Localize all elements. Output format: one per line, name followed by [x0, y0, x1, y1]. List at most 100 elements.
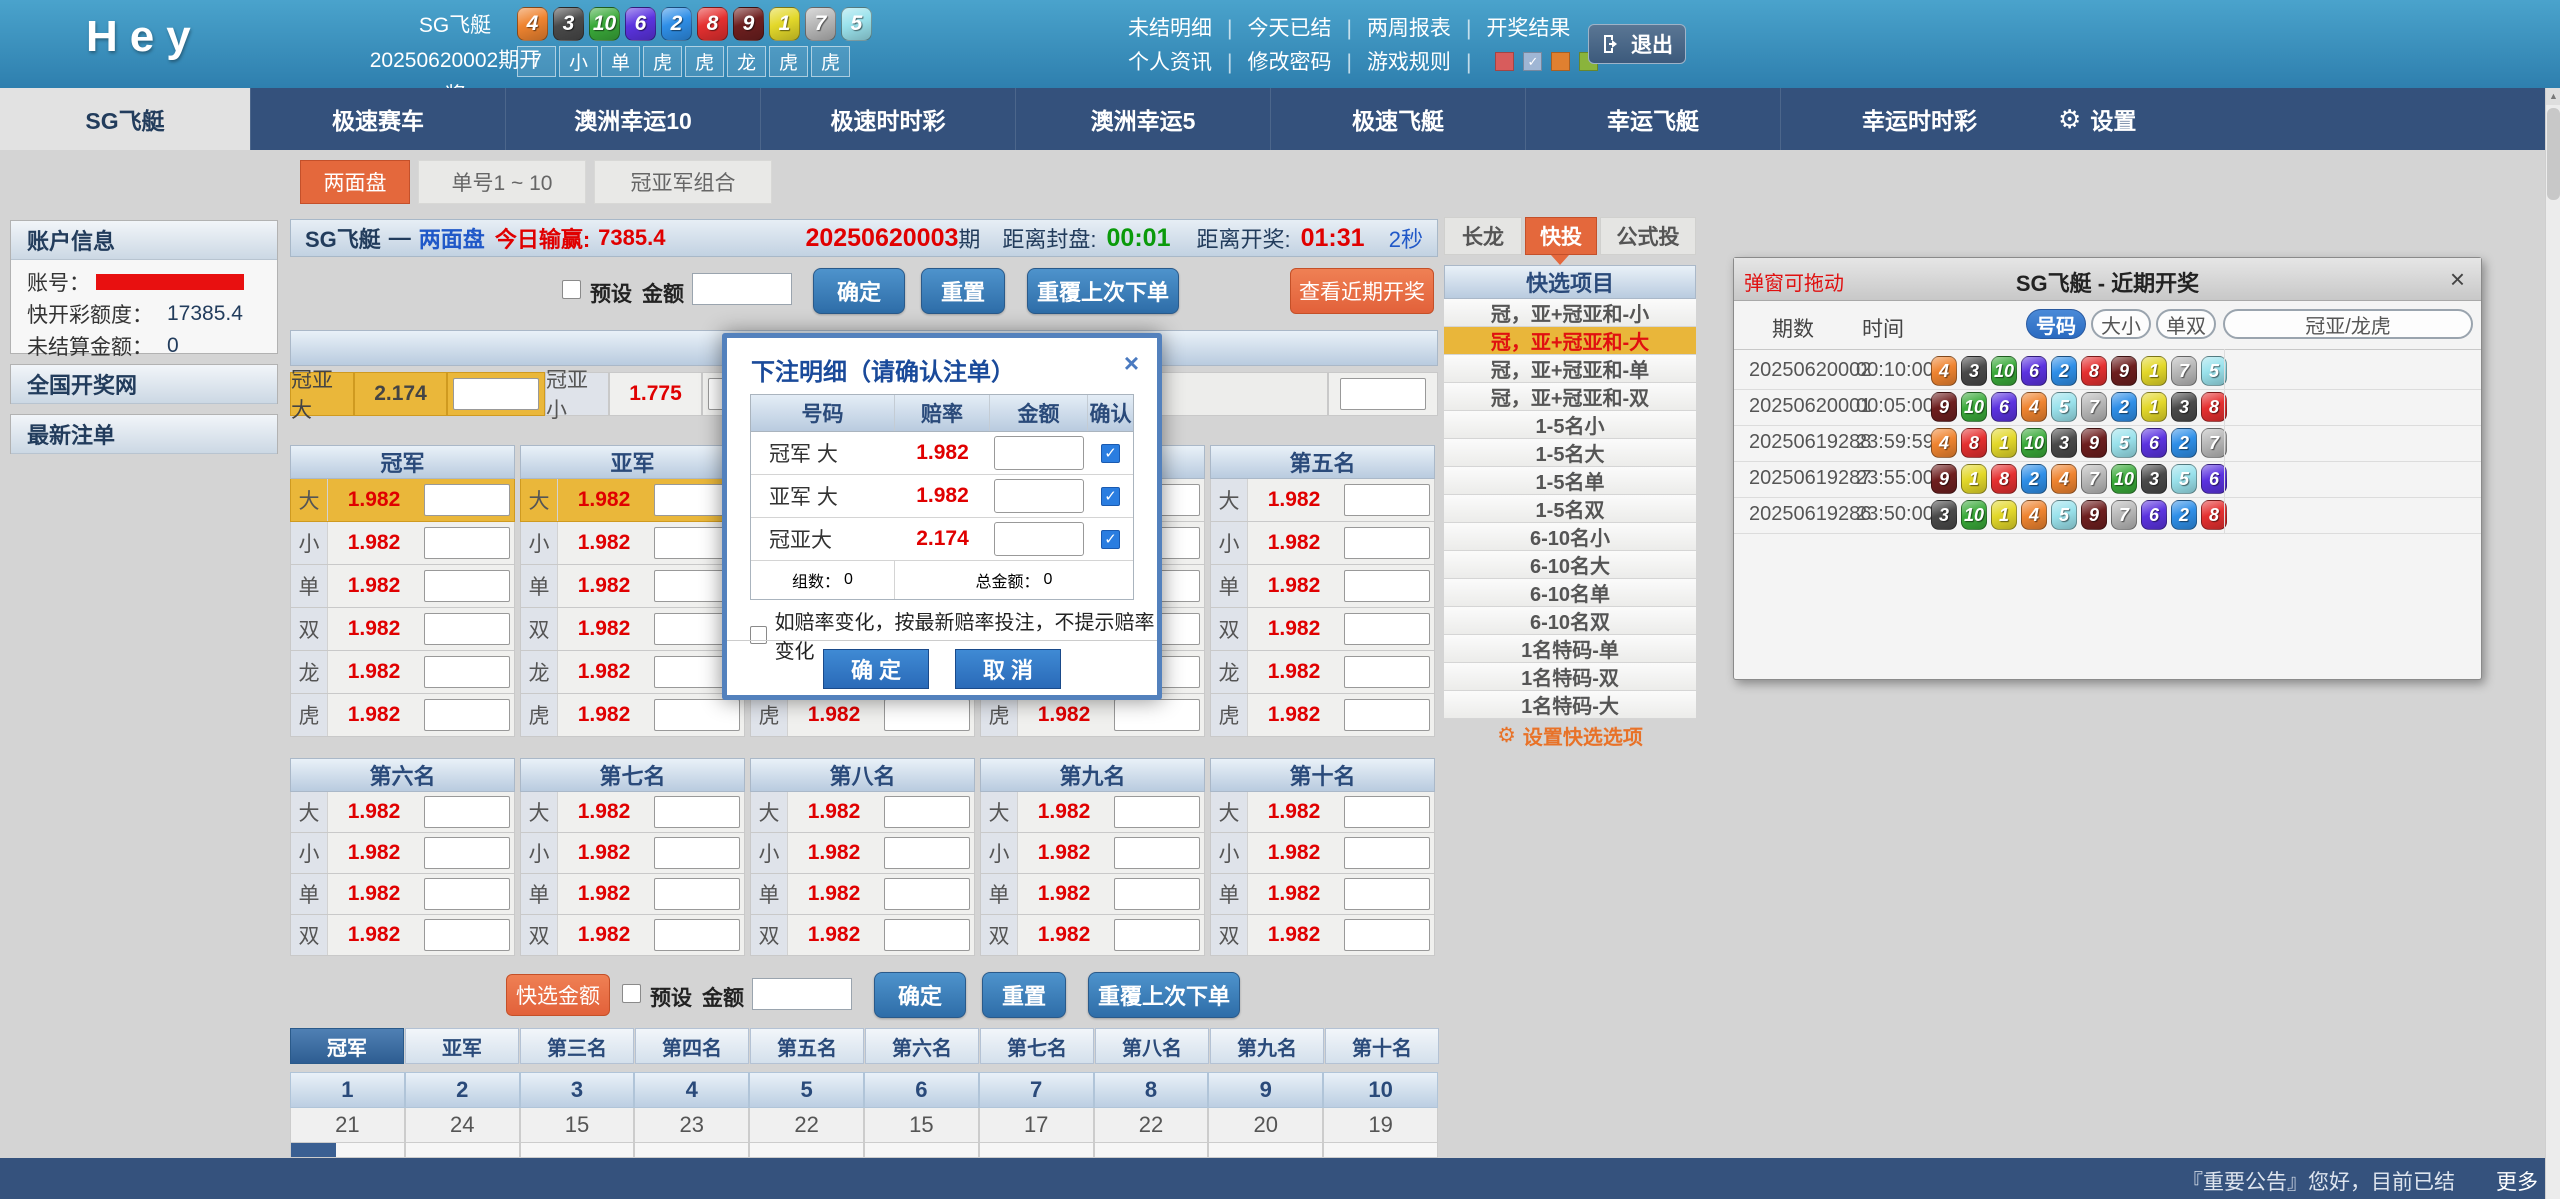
bet-cell-亚军-双[interactable]: 双1.982: [520, 608, 745, 651]
bet-amount-input[interactable]: [1344, 570, 1430, 602]
close-icon[interactable]: ×: [1124, 348, 1139, 379]
bet-amount-input[interactable]: [1114, 699, 1200, 731]
bet-amount-input[interactable]: [424, 919, 510, 951]
recent-draws-panel[interactable]: 弹窗可拖动 SG飞艇 - 近期开奖 × 期数 时间 号码大小单双冠亚/龙虎 20…: [1733, 257, 2482, 680]
quick-tab-长龙[interactable]: 长龙: [1444, 217, 1522, 255]
nav-tab-3[interactable]: 澳洲幸运10: [505, 88, 760, 150]
bet-amount-input[interactable]: [1114, 878, 1200, 910]
stats-tab-第六名[interactable]: 第六名: [865, 1028, 979, 1064]
bet-cell-第五名-龙[interactable]: 龙1.982: [1210, 651, 1435, 694]
bet-amount-input[interactable]: [424, 699, 510, 731]
preset-amount-input[interactable]: [692, 273, 792, 305]
bet-cell-第八名-双[interactable]: 双1.982: [750, 915, 975, 956]
header-link[interactable]: 两周报表: [1367, 17, 1451, 40]
view-recent-draws-button[interactable]: 查看近期开奖: [1290, 268, 1434, 314]
modal-confirm-button[interactable]: 确 定: [823, 649, 929, 689]
bet-amount-input[interactable]: [1344, 919, 1430, 951]
bet-cell-第十名-双[interactable]: 双1.982: [1210, 915, 1435, 956]
nav-tab-4[interactable]: 极速时时彩: [760, 88, 1015, 150]
bet-cell-第十名-大[interactable]: 大1.982: [1210, 792, 1435, 833]
quick-item[interactable]: 1名特码-大: [1444, 691, 1696, 719]
bet-amount-input[interactable]: [654, 878, 740, 910]
bet-amount-input[interactable]: [654, 919, 740, 951]
reset-button[interactable]: 重置: [921, 268, 1005, 314]
sum-big-label[interactable]: 冠亚大: [290, 372, 354, 416]
preset-checkbox-bottom[interactable]: [622, 984, 641, 1003]
sum-right-amount-input[interactable]: [1340, 378, 1426, 410]
bet-cell-亚军-龙[interactable]: 龙1.982: [520, 651, 745, 694]
bet-cell-冠军-小[interactable]: 小1.982: [290, 522, 515, 565]
bet-cell-第五名-虎[interactable]: 虎1.982: [1210, 694, 1435, 737]
bet-amount-input[interactable]: [884, 796, 970, 828]
bet-cell-第六名-大[interactable]: 大1.982: [290, 792, 515, 833]
bet-cell-第十名-小[interactable]: 小1.982: [1210, 833, 1435, 874]
quick-settings-link[interactable]: ⚙ 设置快选选项: [1444, 719, 1696, 751]
subtab-2[interactable]: 单号1 ~ 10: [418, 160, 586, 204]
bet-amount-input[interactable]: [1344, 656, 1430, 688]
quick-item[interactable]: 1名特码-双: [1444, 663, 1696, 691]
modal-cancel-button[interactable]: 取 消: [955, 649, 1061, 689]
modal-confirm-checkbox[interactable]: ✓: [1101, 444, 1120, 463]
theme-swatch[interactable]: [1495, 52, 1514, 71]
modal-amount-input[interactable]: [994, 522, 1084, 556]
stats-tab-第五名[interactable]: 第五名: [750, 1028, 864, 1064]
theme-swatch[interactable]: [1551, 52, 1570, 71]
quick-item[interactable]: 6-10名双: [1444, 607, 1696, 635]
bet-cell-冠军-虎[interactable]: 虎1.982: [290, 694, 515, 737]
bet-amount-input[interactable]: [1344, 699, 1430, 731]
quick-item[interactable]: 冠，亚+冠亚和-双: [1444, 383, 1696, 411]
header-link[interactable]: 修改密码: [1247, 51, 1331, 74]
close-icon[interactable]: ×: [2450, 264, 2465, 295]
modal-confirm-checkbox[interactable]: ✓: [1101, 487, 1120, 506]
bet-cell-第八名-单[interactable]: 单1.982: [750, 874, 975, 915]
stats-tab-第十名[interactable]: 第十名: [1325, 1028, 1439, 1064]
bet-amount-input[interactable]: [884, 837, 970, 869]
bet-cell-第三名-虎[interactable]: 虎1.982: [750, 694, 975, 737]
bet-amount-input[interactable]: [424, 796, 510, 828]
latest-bets-box[interactable]: 最新注单: [10, 414, 278, 454]
bet-cell-第九名-大[interactable]: 大1.982: [980, 792, 1205, 833]
reset-button-bottom[interactable]: 重置: [982, 972, 1066, 1018]
quick-item[interactable]: 冠，亚+冠亚和-小: [1444, 299, 1696, 327]
quick-item[interactable]: 6-10名单: [1444, 579, 1696, 607]
bet-cell-第六名-双[interactable]: 双1.982: [290, 915, 515, 956]
quick-item[interactable]: 冠，亚+冠亚和-大: [1444, 327, 1696, 355]
bet-cell-冠军-大[interactable]: 大1.982: [290, 479, 515, 522]
bet-cell-第五名-单[interactable]: 单1.982: [1210, 565, 1435, 608]
quick-item[interactable]: 1-5名双: [1444, 495, 1696, 523]
bet-cell-第七名-单[interactable]: 单1.982: [520, 874, 745, 915]
filter-pill-号码[interactable]: 号码: [2026, 309, 2086, 339]
filter-pill-冠亚/龙虎[interactable]: 冠亚/龙虎: [2223, 309, 2473, 339]
bet-cell-第五名-小[interactable]: 小1.982: [1210, 522, 1435, 565]
footer-more-link[interactable]: 更多: [2496, 1166, 2538, 1196]
repeat-last-bet-button[interactable]: 重覆上次下单: [1027, 268, 1179, 314]
quick-amount-button[interactable]: 快选金额: [506, 974, 610, 1016]
nav-tab-7[interactable]: 幸运飞艇: [1525, 88, 1780, 150]
national-draws-box[interactable]: 全国开奖网: [10, 364, 278, 404]
bet-cell-冠军-双[interactable]: 双1.982: [290, 608, 515, 651]
stats-tab-第八名[interactable]: 第八名: [1095, 1028, 1209, 1064]
bet-amount-input[interactable]: [884, 878, 970, 910]
modal-amount-input[interactable]: [994, 479, 1084, 513]
bet-amount-input[interactable]: [654, 837, 740, 869]
bet-cell-第六名-小[interactable]: 小1.982: [290, 833, 515, 874]
bet-amount-input[interactable]: [884, 699, 970, 731]
stats-tab-第七名[interactable]: 第七名: [980, 1028, 1094, 1064]
bet-amount-input[interactable]: [424, 656, 510, 688]
nav-tab-6[interactable]: 极速飞艇: [1270, 88, 1525, 150]
bet-cell-第七名-大[interactable]: 大1.982: [520, 792, 745, 833]
quick-item[interactable]: 冠，亚+冠亚和-单: [1444, 355, 1696, 383]
filter-pill-单双[interactable]: 单双: [2156, 309, 2216, 339]
modal-amount-input[interactable]: [994, 436, 1084, 470]
bet-cell-亚军-虎[interactable]: 虎1.982: [520, 694, 745, 737]
confirm-button-bottom[interactable]: 确定: [874, 972, 966, 1018]
page-scrollbar[interactable]: ▲: [2545, 88, 2560, 1199]
nav-settings[interactable]: ⚙ 设置: [2058, 88, 2136, 150]
recent-panel-titlebar[interactable]: 弹窗可拖动 SG飞艇 - 近期开奖 ×: [1734, 258, 2481, 301]
bet-amount-input[interactable]: [1344, 613, 1430, 645]
bet-amount-input[interactable]: [1344, 527, 1430, 559]
bet-cell-亚军-小[interactable]: 小1.982: [520, 522, 745, 565]
bet-cell-亚军-单[interactable]: 单1.982: [520, 565, 745, 608]
filter-pill-大小[interactable]: 大小: [2091, 309, 2151, 339]
bet-cell-第七名-小[interactable]: 小1.982: [520, 833, 745, 874]
